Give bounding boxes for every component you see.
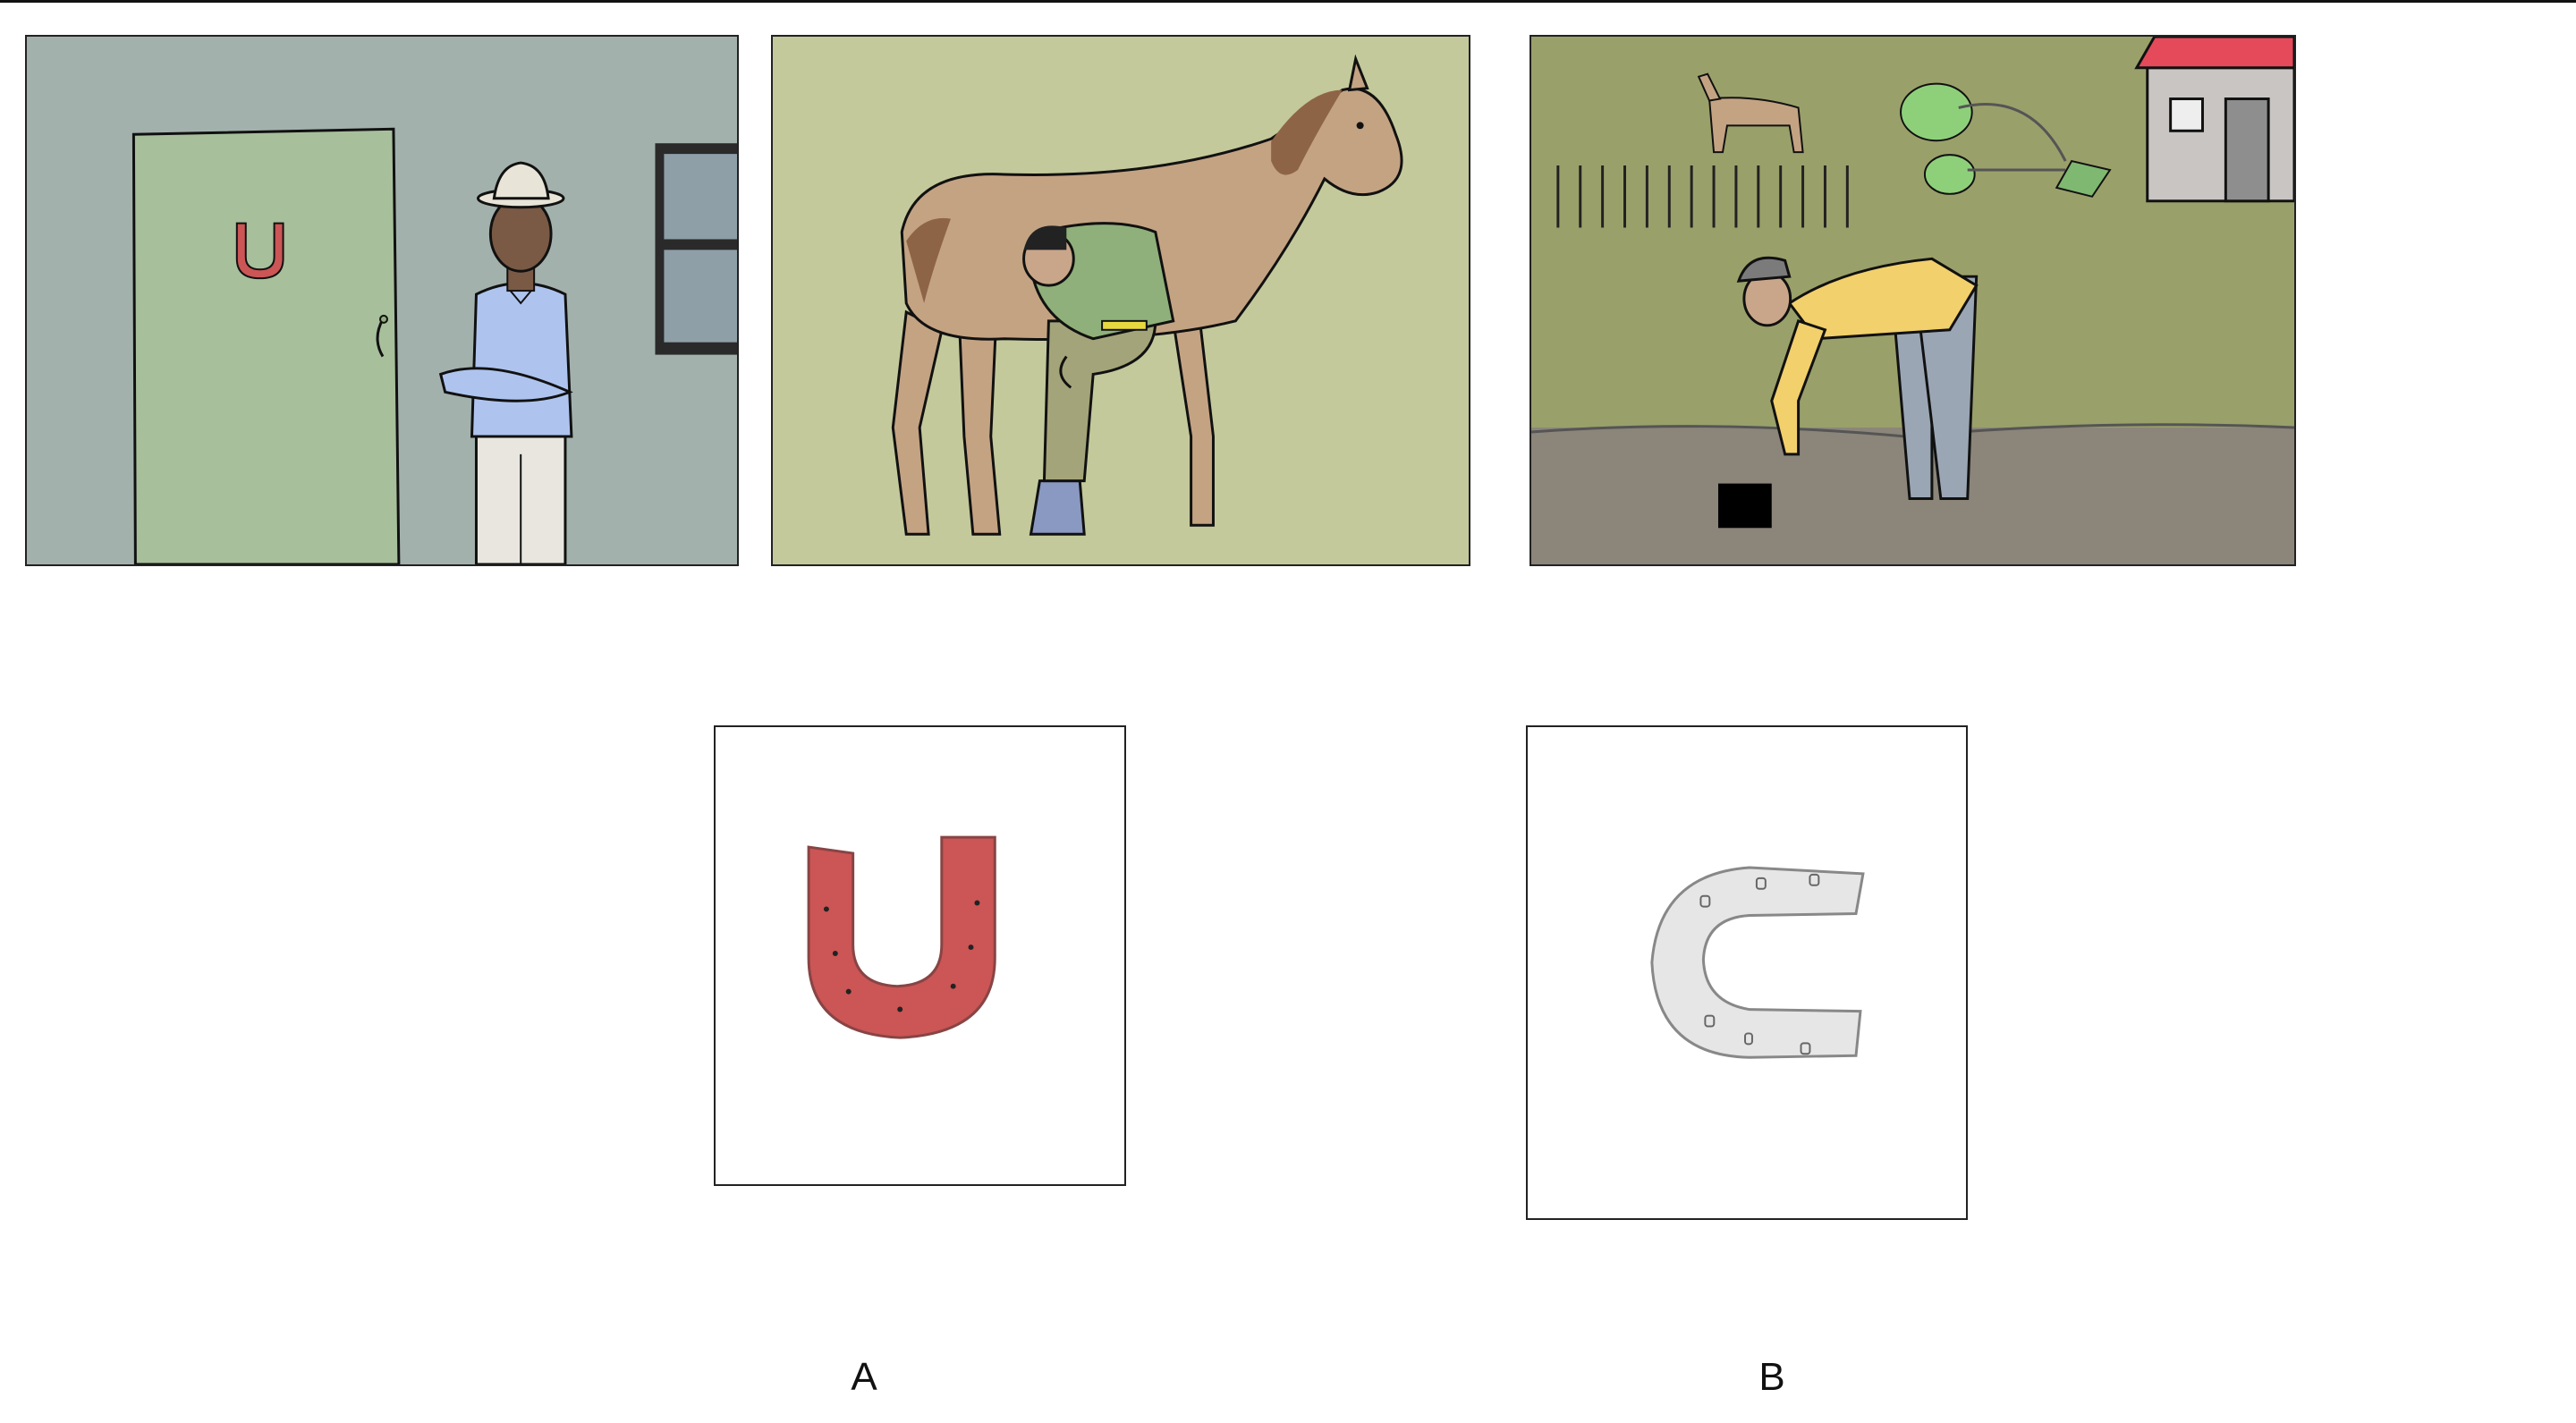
man-at-door-illustration [27,37,737,564]
farrier-horse-illustration [773,37,1469,564]
option-b-card[interactable] [1526,725,1968,1220]
option-b-label: B [1758,1355,1785,1399]
story-panel-3 [1530,35,2296,566]
top-rule [0,0,2576,3]
option-a-label: A [851,1355,877,1399]
option-a-card[interactable] [714,725,1126,1186]
gray-horseshoe-icon [1650,866,1865,1059]
house-figure [2134,37,2294,203]
red-horseshoe-icon [807,835,996,1039]
hidden-object [1718,483,1772,529]
story-panel-1 [25,35,739,566]
field-pickup-illustration [1531,37,2294,564]
story-panel-2 [771,35,1470,566]
